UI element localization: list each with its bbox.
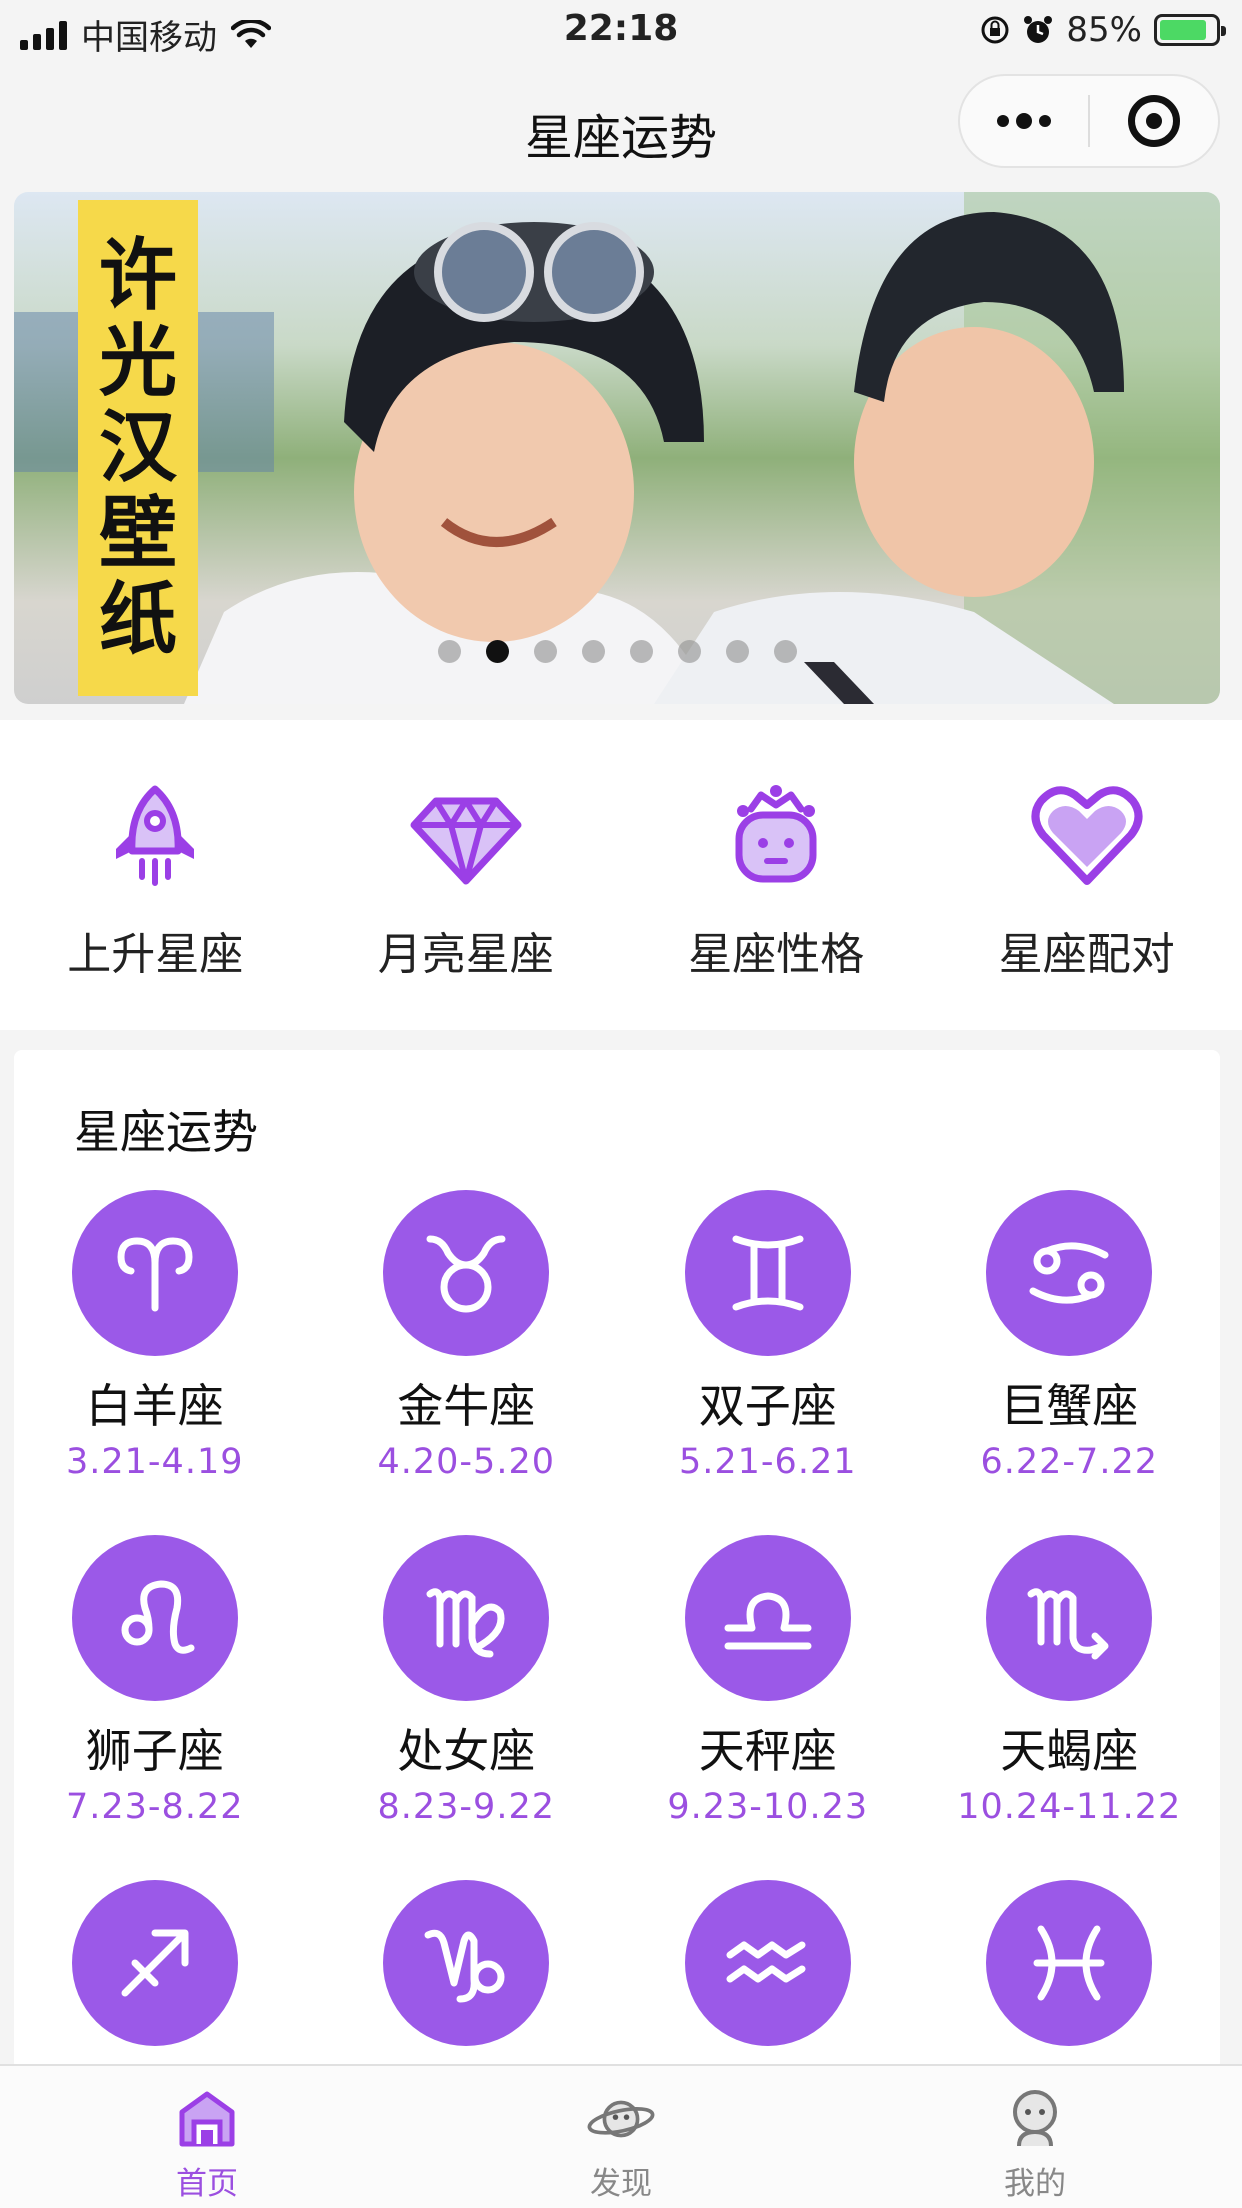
zodiac-date: 3.21-4.19 [66,1442,244,1482]
aries-icon [71,1190,238,1356]
quick-entry-rising-sign[interactable]: 上升星座 [0,720,311,1030]
zodiac-name: 天秤座 [698,1724,837,1778]
tab-profile[interactable]: 我的 [828,2066,1242,2208]
carousel-dot[interactable] [533,640,557,663]
target-close-icon[interactable] [1090,76,1218,166]
carousel-dot[interactable] [677,640,701,663]
zodiac-name: 巨蟹座 [1000,1379,1139,1433]
section-title: 星座运势 [74,1105,258,1159]
battery-level [1160,20,1206,40]
more-dots-icon[interactable] [960,76,1088,166]
diamond-icon [406,776,526,896]
zodiac-date: 7.23-8.22 [66,1787,244,1827]
zodiac-item-pisces[interactable] [919,1880,1221,2070]
zodiac-name: 天蝎座 [1000,1724,1139,1778]
virgo-icon [383,1535,550,1701]
quick-entry-personality[interactable]: 星座性格 [621,720,932,1030]
carousel-dot[interactable] [725,640,749,663]
gemini-icon [684,1190,851,1356]
zodiac-name: 白羊座 [85,1379,224,1433]
carousel-dot[interactable] [581,640,605,663]
cancer-icon [986,1190,1153,1356]
banner-carousel[interactable]: 许 光 汉 壁 纸 [14,192,1220,704]
quick-entries: 上升星座 月亮星座 星座性格 星座配对 [0,720,1242,1030]
carousel-dot[interactable] [773,640,797,663]
heart-icon [1027,776,1147,896]
zodiac-item-aquarius[interactable] [617,1880,919,2070]
zodiac-item-capricorn[interactable] [316,1880,618,2070]
carousel-dot[interactable] [437,640,461,663]
aquarius-icon [684,1880,851,2046]
status-right: 85% [980,10,1226,50]
quick-entry-matching[interactable]: 星座配对 [932,720,1242,1030]
carousel-indicators [14,640,1220,663]
mini-program-capsule [958,74,1220,168]
zodiac-name: 狮子座 [85,1724,224,1778]
battery-percent: 85% [1066,10,1142,50]
pisces-icon [986,1880,1153,2046]
zodiac-item-gemini[interactable]: 双子座 5.21-6.21 [617,1190,919,1515]
capricorn-icon [383,1880,550,2046]
rotation-lock-icon [981,16,1009,44]
tab-label: 首页 [176,2166,238,2202]
zodiac-date: 6.22-7.22 [980,1442,1158,1482]
quick-entry-label: 月亮星座 [377,929,554,980]
home-icon [172,2086,242,2152]
quick-entry-label: 星座性格 [688,929,865,980]
rocket-icon [95,776,215,896]
libra-icon [684,1535,851,1701]
taurus-icon [383,1190,550,1356]
zodiac-date: 4.20-5.20 [377,1442,555,1482]
banner-tag-char: 光 [98,316,177,407]
zodiac-date: 9.23-10.23 [667,1787,869,1827]
quick-entry-label: 上升星座 [67,929,244,980]
tab-discover[interactable]: 发现 [414,2066,828,2208]
carousel-dot[interactable] [629,640,653,663]
scorpio-icon [986,1535,1153,1701]
quick-entry-label: 星座配对 [998,929,1175,980]
zodiac-name: 金牛座 [397,1379,536,1433]
zodiac-section: 星座运势 白羊座 3.21-4.19 金牛座 4.20-5.20 双子座 5.21-6… [14,1050,1220,2070]
zodiac-item-libra[interactable]: 天秤座 9.23-10.23 [617,1535,919,1860]
alarm-icon [1024,16,1053,43]
face-crown-icon [716,776,836,896]
banner-tag-char: 汉 [98,402,177,493]
zodiac-grid: 白羊座 3.21-4.19 金牛座 4.20-5.20 双子座 5.21-6.21 巨… [14,1190,1220,2070]
battery-icon [1154,14,1226,46]
banner-title-tag: 许 光 汉 壁 纸 [78,200,198,696]
zodiac-item-taurus[interactable]: 金牛座 4.20-5.20 [316,1190,618,1515]
zodiac-item-leo[interactable]: 狮子座 7.23-8.22 [14,1535,306,1860]
banner-tag-char: 许 [98,230,177,321]
zodiac-item-cancer[interactable]: 巨蟹座 6.22-7.22 [919,1190,1221,1515]
carousel-dot[interactable] [485,640,509,663]
tab-home[interactable]: 首页 [0,2066,414,2208]
sagittarius-icon [71,1880,238,2046]
tab-label: 发现 [590,2166,652,2202]
zodiac-item-sagittarius[interactable] [14,1880,306,2070]
tab-bar: 首页 发现 我的 [0,2064,1242,2208]
zodiac-name: 处女座 [397,1724,536,1778]
status-bar: 中国移动 22:18 85% [0,0,1242,62]
tab-label: 我的 [1004,2166,1066,2202]
leo-icon [71,1535,238,1701]
planet-icon [586,2086,656,2152]
zodiac-item-virgo[interactable]: 处女座 8.23-9.22 [316,1535,618,1860]
zodiac-name: 双子座 [698,1379,837,1433]
profile-icon [1000,2086,1070,2152]
zodiac-date: 8.23-9.22 [377,1787,555,1827]
zodiac-item-scorpio[interactable]: 天蝎座 10.24-11.22 [919,1535,1221,1860]
quick-entry-moon-sign[interactable]: 月亮星座 [311,720,622,1030]
banner-tag-char: 壁 [98,488,177,579]
nav-bar: 星座运势 [0,62,1242,192]
zodiac-date: 10.24-11.22 [957,1787,1182,1827]
zodiac-date: 5.21-6.21 [679,1442,857,1482]
zodiac-item-aries[interactable]: 白羊座 3.21-4.19 [14,1190,306,1515]
